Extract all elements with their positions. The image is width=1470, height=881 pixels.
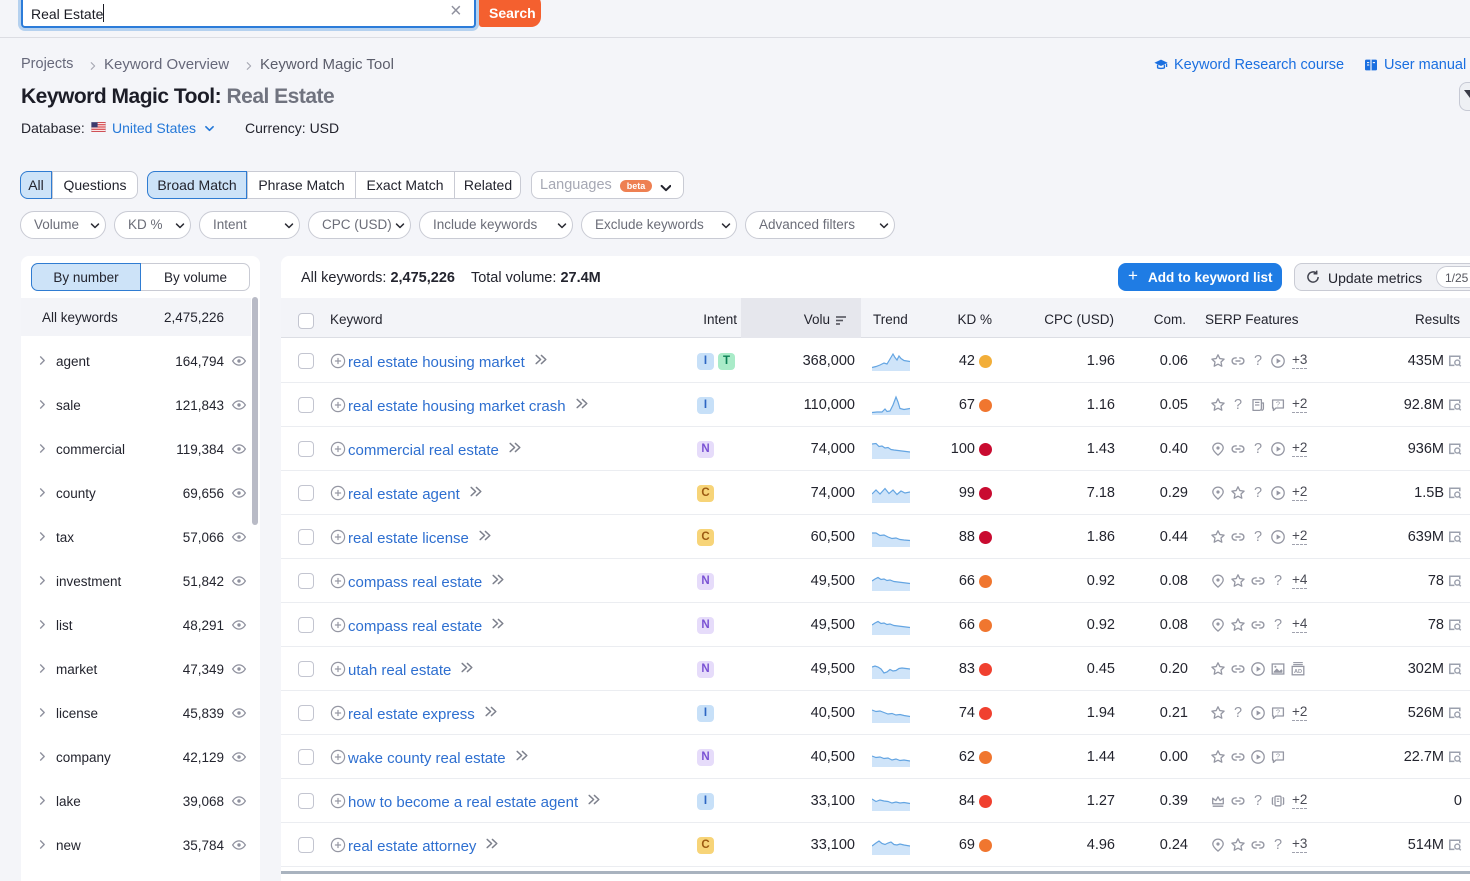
svg-text:?: ? xyxy=(1274,837,1282,853)
svg-text:?: ? xyxy=(1234,705,1242,721)
svg-text:?: ? xyxy=(1274,573,1282,589)
svg-text:?: ? xyxy=(1274,617,1282,633)
svg-text:?: ? xyxy=(1254,793,1262,809)
svg-text:?: ? xyxy=(1276,752,1280,761)
svg-text:?: ? xyxy=(1254,529,1262,545)
svg-text:?: ? xyxy=(1254,353,1262,369)
svg-text:?: ? xyxy=(1234,397,1242,413)
svg-text:?: ? xyxy=(1254,441,1262,457)
svg-text:?: ? xyxy=(1254,485,1262,501)
svg-text:?: ? xyxy=(1276,708,1280,717)
svg-text:AD: AD xyxy=(1294,669,1302,675)
svg-text:?: ? xyxy=(1276,400,1280,409)
